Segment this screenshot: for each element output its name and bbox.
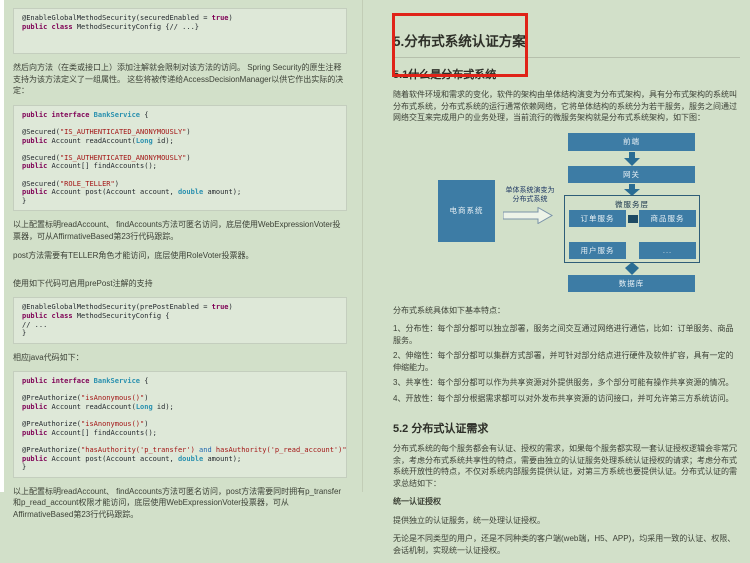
feature-item: 3、共享性：每个部分都可以作为共享资源对外提供服务，多个部分可能有操作共享资源的… bbox=[393, 378, 734, 387]
paragraph-java-code-intro: 相应java代码如下： bbox=[13, 352, 84, 362]
arrow-label-line1: 单体系统演变为 bbox=[505, 186, 555, 194]
section-title-5: 5.分布式系统认证方案 bbox=[393, 30, 740, 58]
microservice-layer-label: 微服务层 bbox=[615, 199, 649, 209]
paragraph-independent-auth: 提供独立的认证服务，统一处理认证授权。 bbox=[393, 515, 545, 525]
down-arrow-icon bbox=[624, 151, 640, 166]
paragraph-post-teller: post方法需要有TELLER角色才能访问，底层使用RoleVoter投票器。 bbox=[13, 251, 254, 261]
right-column: 5.分布式系统认证方案 5.1什么是分布式系统 随着软件环境和需求的变化，软件的… bbox=[392, 0, 740, 563]
section-title-5-2: 5.2 分布式认证需求 bbox=[393, 423, 489, 435]
diagram-database-box: 数据库 bbox=[568, 274, 695, 292]
distributed-system-diagram: 电商系统 单体系统演变为 分布式系统 前端 网关 微服务层 订单服务 商品服务 用户… bbox=[393, 131, 740, 298]
right-block-arrow-icon bbox=[503, 206, 553, 224]
feature-item: 1、分布性：每个部分都可以独立部署，服务之间交互通过网络进行通信，比如：订单服务… bbox=[393, 324, 734, 345]
paragraph-features-intro: 分布式系统具体如下基本特点： bbox=[393, 305, 505, 315]
feature-item: 2、伸缩性：每个部分都可以集群方式部署，并可针对部分结点进行硬件及软件扩容，具有… bbox=[393, 351, 734, 372]
section-title-5-1: 5.1什么是分布式系统 bbox=[393, 69, 497, 81]
diagram-microservice-layer: 微服务层 订单服务 商品服务 用户服务... bbox=[564, 194, 700, 263]
service-connector bbox=[628, 214, 638, 223]
column-divider bbox=[362, 0, 363, 492]
left-column: @EnableGlobalMethodSecurity(securedEnabl… bbox=[13, 0, 347, 528]
page-left-margin bbox=[0, 0, 4, 492]
feature-item: 4、开放性：每个部分根据需求都可以对外发布共享资源的访问接口，并可允许第三方系统… bbox=[393, 393, 734, 403]
paragraph-distributed-intro: 随着软件环境和需求的变化，软件的架构由单体结构演变为分布式架构，具有分布式架构的… bbox=[393, 90, 737, 122]
paragraph-secured-explain: 以上配置标明readAccount、 findAccounts方法可匿名访问，底… bbox=[13, 220, 341, 241]
code-block-bankservice-preauthorize: public interface BankService { @PreAutho… bbox=[13, 371, 347, 478]
diamond-arrow-icon bbox=[625, 261, 639, 275]
diagram-monolith-box: 电商系统 bbox=[438, 179, 495, 242]
code-block-secured-config: @EnableGlobalMethodSecurity(securedEnabl… bbox=[13, 8, 347, 55]
paragraph-prepost-intro: 使用如下代码可启用prePost注解的支持 bbox=[13, 278, 153, 288]
code-block-bankservice-secured: public interface BankService { @Secured(… bbox=[13, 104, 347, 212]
diagram-arrow-label: 单体系统演变为 分布式系统 bbox=[494, 186, 566, 205]
paragraph-preauthorize-explain: 以上配置标明readAccount、 findAccounts方法可匿名访问，p… bbox=[13, 486, 342, 519]
code-block-prepost-config: @EnableGlobalMethodSecurity(prePostEnabl… bbox=[13, 297, 347, 344]
diagram-service-box: ... bbox=[639, 241, 696, 259]
paragraph-client-types: 无论是不同类型的用户，还是不同种类的客户端(web端，H5、APP)，均采用一致… bbox=[393, 534, 736, 555]
paragraph-method-annotation: 然后向方法（在类或接口上）添加注解就会限制对该方法的访问。 Spring Sec… bbox=[13, 63, 344, 96]
diagram-service-box: 商品服务 bbox=[639, 209, 696, 227]
diagram-gateway-box: 网关 bbox=[568, 165, 695, 183]
features-list: 1、分布性：每个部分都可以独立部署，服务之间交互通过网络进行通信，比如：订单服务… bbox=[393, 323, 740, 404]
arrow-label-line2: 分布式系统 bbox=[512, 196, 548, 203]
diagram-frontend-box: 前端 bbox=[568, 132, 695, 151]
diagram-service-box: 用户服务 bbox=[569, 241, 626, 259]
diagram-service-box: 订单服务 bbox=[569, 209, 626, 227]
paragraph-unified-auth-title: 统一认证授权 bbox=[393, 497, 441, 506]
paragraph-auth-requirement: 分布式系统的每个服务都会有认证、授权的需求，如果每个服务都实现一套认证授权逻辑会… bbox=[393, 444, 737, 488]
